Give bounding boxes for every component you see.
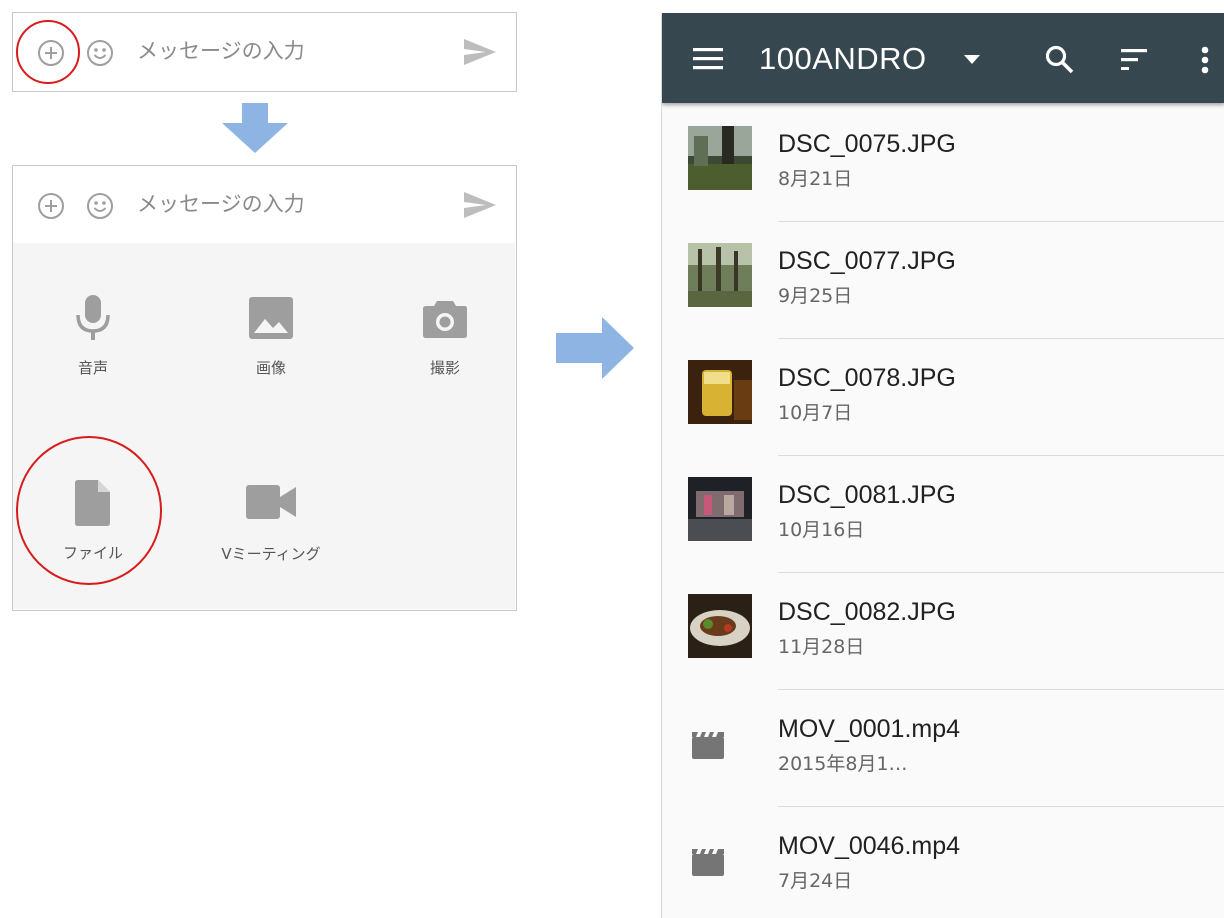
down-arrow [222,103,288,153]
file-name: DSC_0075.JPG [778,130,956,158]
sort-icon[interactable] [1121,49,1147,70]
attach-camera-label: 撮影 [429,359,460,377]
file-name: DSC_0078.JPG [778,364,956,392]
message-input[interactable]: メッセージの入力 [137,188,305,218]
microphone-icon [76,295,110,340]
image-icon [249,297,293,339]
highlight-file-ring [16,436,162,585]
file-picker-screen: 100ANDRO DSC_0075.JPG 8月21日 DSC_0077.JPG… [661,13,1224,918]
file-name: DSC_0081.JPG [778,481,956,509]
dropdown-icon[interactable] [964,55,980,64]
composer-bar: メッセージの入力 [13,166,516,242]
list-item[interactable]: MOV_0001.mp4 2015年8月1… [662,690,1224,807]
file-date: 7月24日 [778,870,853,892]
video-file-icon [692,732,724,759]
list-item[interactable]: DSC_0078.JPG 10月7日 [662,339,1224,456]
file-date: 10月16日 [778,519,865,541]
attach-voice-label: 音声 [77,359,108,377]
folder-title[interactable]: 100ANDRO [759,41,927,77]
menu-icon[interactable] [693,48,723,70]
attach-image-label: 画像 [255,359,286,377]
image-thumbnail [688,126,752,190]
search-icon[interactable] [1045,45,1075,75]
attach-camera-button[interactable]: 撮影 [375,295,515,378]
emoji-icon[interactable] [86,39,114,67]
list-item[interactable]: MOV_0046.mp4 7月24日 [662,807,1224,918]
emoji-icon[interactable] [86,192,114,220]
send-icon[interactable] [462,37,498,67]
attach-image-button[interactable]: 画像 [201,295,341,378]
file-date: 9月25日 [778,285,853,307]
list-item[interactable]: DSC_0082.JPG 11月28日 [662,573,1224,690]
right-arrow [556,317,634,379]
message-input[interactable]: メッセージの入力 [137,35,305,65]
composer-bar: メッセージの入力 [13,13,516,89]
file-date: 11月28日 [778,636,865,658]
list-item[interactable]: DSC_0077.JPG 9月25日 [662,222,1224,339]
file-date: 2015年8月1… [778,753,908,775]
file-date: 10月7日 [778,402,853,424]
attach-voice-button[interactable]: 音声 [23,295,163,378]
file-name: MOV_0046.mp4 [778,832,961,860]
image-thumbnail [688,477,752,541]
videocam-icon [246,485,296,519]
send-icon[interactable] [462,190,498,220]
file-name: DSC_0082.JPG [778,598,956,626]
attach-vmeeting-button[interactable]: Vミーティング [201,483,341,564]
camera-icon [423,301,467,338]
file-name: MOV_0001.mp4 [778,715,961,743]
image-thumbnail [688,594,752,658]
file-date: 8月21日 [778,168,853,190]
image-thumbnail [688,243,752,307]
video-file-icon [692,849,724,876]
list-item[interactable]: DSC_0081.JPG 10月16日 [662,456,1224,573]
image-thumbnail [688,360,752,424]
list-item[interactable]: DSC_0075.JPG 8月21日 [662,105,1224,222]
more-vert-icon[interactable] [1201,46,1209,74]
app-bar: 100ANDRO [662,13,1224,103]
highlight-plus-ring [16,20,80,84]
file-name: DSC_0077.JPG [778,247,956,275]
composer-collapsed: メッセージの入力 [12,12,517,92]
attach-vmeeting-label: Vミーティング [221,545,321,563]
add-attachment-icon[interactable] [37,192,65,220]
